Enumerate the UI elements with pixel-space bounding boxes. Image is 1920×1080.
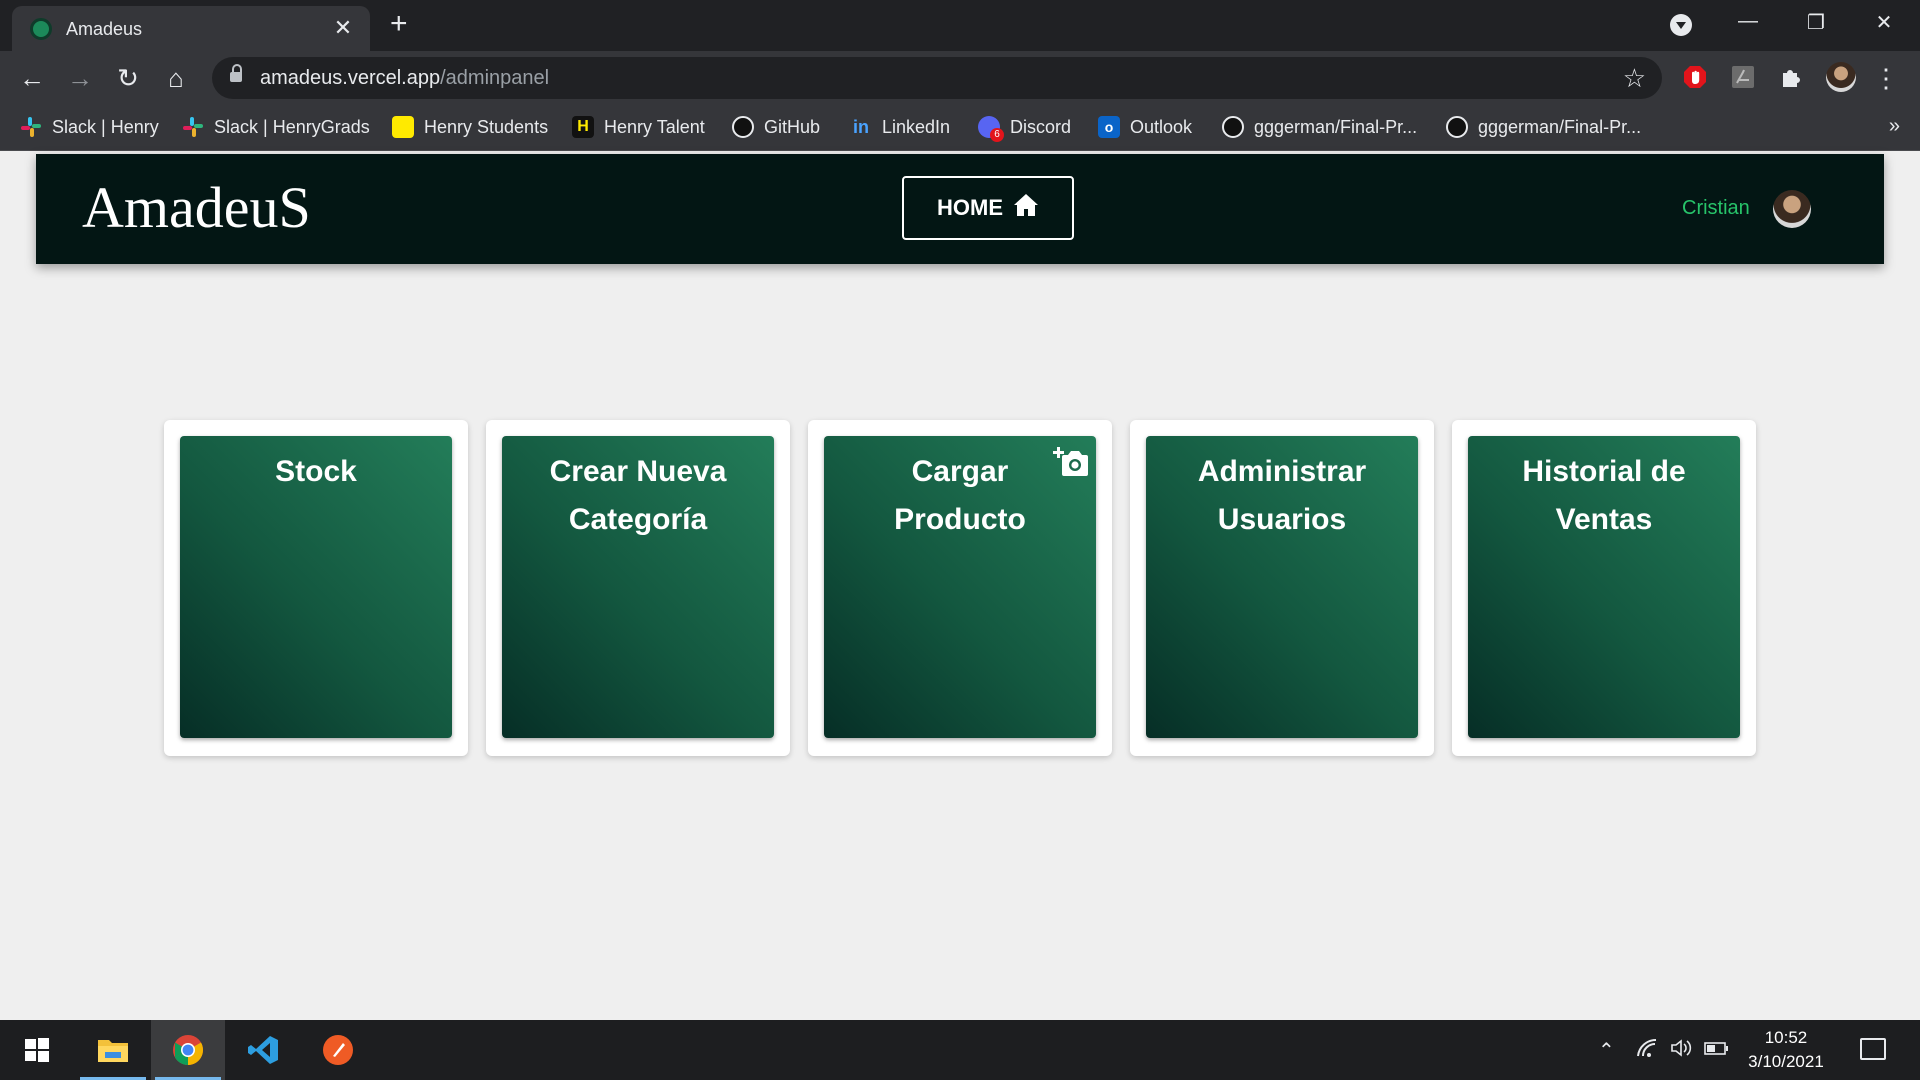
admin-card-grid: Stock Crear Nueva Categoría Cargar Produ… — [164, 420, 1758, 756]
card-crear-nueva-categoria[interactable]: Crear Nueva Categoría — [486, 420, 790, 756]
address-bar[interactable]: amadeus.vercel.app/adminpanel ☆ — [212, 57, 1662, 99]
chrome-taskbar-icon[interactable] — [151, 1020, 225, 1080]
notification-center-icon[interactable] — [1860, 1038, 1886, 1060]
close-window-icon[interactable]: ✕ — [1864, 10, 1904, 35]
user-avatar[interactable] — [1773, 190, 1811, 228]
clock-date: 3/10/2021 — [1748, 1052, 1824, 1071]
add-photo-icon — [1052, 446, 1088, 478]
bookmark-slack-henrygrads[interactable]: Slack | HenryGrads — [182, 116, 370, 138]
card-panel[interactable]: Administrar Usuarios — [1146, 436, 1418, 738]
browser-toolbar: ← → ↻ ⌂ amadeus.vercel.app/adminpanel ☆ … — [0, 51, 1920, 105]
extensions-puzzle-icon[interactable] — [1778, 64, 1804, 90]
linkedin-icon: in — [853, 117, 869, 137]
page-viewport: AmadeuS HOME Cristian Stock Crear Nueva … — [0, 152, 1920, 1020]
bookmark-github[interactable]: GitHub — [732, 116, 820, 138]
card-title: Crear Nueva Categoría — [549, 455, 727, 536]
tab-search-icon[interactable] — [1670, 14, 1692, 36]
outlook-icon: o — [1098, 116, 1120, 138]
henry-talent-icon: H — [572, 116, 594, 138]
postman-icon[interactable] — [301, 1020, 375, 1080]
discord-badge: 6 — [990, 128, 1004, 142]
bookmark-henry-talent[interactable]: H Henry Talent — [572, 116, 705, 138]
browser-menu-icon[interactable]: ⋮ — [1870, 63, 1902, 93]
card-title: Historial de Ventas — [1522, 455, 1686, 536]
card-stock[interactable]: Stock — [164, 420, 468, 756]
browser-tab-bar: Amadeus ✕ + — ❐ ✕ — [0, 0, 1920, 51]
github-icon — [732, 116, 754, 138]
clock-time: 10:52 — [1764, 1028, 1808, 1047]
home-browser-icon[interactable]: ⌂ — [160, 63, 192, 93]
henry-icon — [392, 116, 414, 138]
new-tab-button[interactable]: + — [390, 9, 408, 39]
bookmark-henry-students[interactable]: Henry Students — [392, 116, 548, 138]
card-panel[interactable]: Crear Nueva Categoría — [502, 436, 774, 738]
home-label: HOME — [937, 195, 1003, 220]
lock-icon[interactable] — [230, 64, 242, 84]
site-navbar: AmadeuS HOME Cristian — [36, 154, 1884, 264]
restore-icon[interactable]: ❐ — [1796, 10, 1836, 35]
bookmark-slack-henry[interactable]: Slack | Henry — [20, 116, 159, 138]
system-clock[interactable]: 10:52 3/10/2021 — [1730, 1026, 1842, 1074]
card-title: Stock — [275, 455, 357, 488]
card-panel[interactable]: Cargar Producto — [824, 436, 1096, 738]
pdf-extension-icon[interactable] — [1730, 64, 1756, 90]
card-cargar-producto[interactable]: Cargar Producto — [808, 420, 1112, 756]
bookmark-outlook[interactable]: o Outlook — [1098, 116, 1192, 138]
bookmark-discord[interactable]: 6 Discord — [978, 116, 1071, 142]
card-administrar-usuarios[interactable]: Administrar Usuarios — [1130, 420, 1434, 756]
card-panel[interactable]: Stock — [180, 436, 452, 738]
minimize-icon[interactable]: — — [1728, 10, 1768, 33]
github-icon — [1446, 116, 1468, 138]
bookmark-star-icon[interactable]: ☆ — [1623, 63, 1646, 94]
amadeus-favicon-icon — [30, 18, 52, 40]
card-panel[interactable]: Historial de Ventas — [1468, 436, 1740, 738]
brand-logo[interactable]: AmadeuS — [82, 176, 311, 240]
slack-icon — [20, 116, 42, 138]
bookmark-linkedin[interactable]: in LinkedIn — [850, 116, 950, 138]
network-icon[interactable] — [1636, 1038, 1660, 1064]
forward-icon[interactable]: → — [64, 63, 96, 93]
discord-icon: 6 — [978, 116, 1004, 142]
close-tab-icon[interactable]: ✕ — [330, 15, 356, 41]
profile-avatar[interactable] — [1826, 62, 1856, 92]
card-historial-de-ventas[interactable]: Historial de Ventas — [1452, 420, 1756, 756]
bookmark-final-project-1[interactable]: gggerman/Final-Pr... — [1222, 116, 1417, 138]
url-text[interactable]: amadeus.vercel.app/adminpanel — [260, 67, 549, 90]
home-icon — [1013, 193, 1039, 223]
battery-icon[interactable] — [1704, 1038, 1730, 1064]
browser-tab[interactable]: Amadeus ✕ — [12, 6, 370, 51]
adblock-extension-icon[interactable] — [1682, 64, 1708, 90]
vscode-icon[interactable] — [226, 1020, 300, 1080]
home-button[interactable]: HOME — [902, 176, 1074, 240]
user-name[interactable]: Cristian — [1682, 197, 1750, 220]
windows-taskbar: ⌃ 10:52 3/10/2021 — [0, 1020, 1920, 1080]
slack-icon — [182, 116, 204, 138]
bookmarks-bar: Slack | Henry Slack | HenryGrads Henry S… — [0, 105, 1920, 151]
bookmark-final-project-2[interactable]: gggerman/Final-Pr... — [1446, 116, 1641, 138]
file-explorer-icon[interactable] — [76, 1020, 150, 1080]
windows-start-icon[interactable] — [0, 1020, 74, 1080]
bookmarks-more-icon[interactable]: » — [1889, 115, 1900, 138]
github-icon — [1222, 116, 1244, 138]
back-icon[interactable]: ← — [16, 63, 48, 93]
card-title: Administrar Usuarios — [1197, 455, 1367, 536]
show-hidden-icons[interactable]: ⌃ — [1598, 1038, 1615, 1063]
volume-icon[interactable] — [1670, 1038, 1694, 1064]
reload-icon[interactable]: ↻ — [112, 63, 144, 93]
tab-title: Amadeus — [66, 19, 143, 39]
